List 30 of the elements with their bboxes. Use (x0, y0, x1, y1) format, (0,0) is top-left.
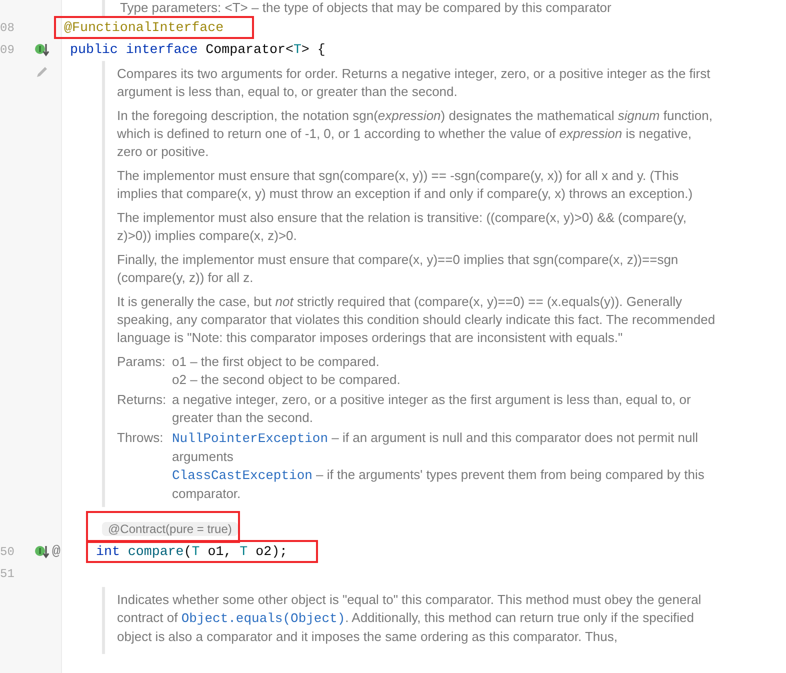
doc-label: Throws: (117, 429, 164, 447)
doc-paragraph: Compares its two arguments for order. Returns a negative integer, zero, or a positive integer as the first argument is less than, equal to, or greater than the second. (117, 65, 712, 101)
annotation-hint: @Contract(pure = true) (102, 522, 238, 536)
doc-text: o2 – the second object to be compared. (172, 371, 400, 389)
implemented-icon[interactable] (34, 545, 50, 559)
doc-paragraph: The implementor must ensure that sgn(compare(x, y)) == -sgn(compare(y, x)) for all x and y. (This implies that compare(x, y) must throw an exception if and only if compare(y, x) throws an exception.) (117, 167, 694, 203)
annotation-marker[interactable]: @ (52, 542, 60, 562)
doc-text: o1 – the first object to be compared. (172, 353, 380, 371)
implemented-icon[interactable] (34, 43, 50, 57)
doc-link[interactable]: Object.equals(Object) (181, 611, 346, 626)
code-line: public interface Comparator<T> { (70, 42, 326, 57)
doc-text: NullPointerException – if an argument is null and this comparator does not permit null arguments (172, 429, 700, 466)
doc-paragraph: Indicates whether some other object is "equal to" this comparator. This method must obey the general contract of Object.equals(Object). Additionally, this method can return true only if the specified object is also a comparator and it imposes the same ordering as this comparator. Thus, (117, 591, 702, 646)
doc-link[interactable]: ClassCastException (172, 468, 312, 483)
line-number: 51 (0, 566, 16, 583)
line-number: 08 (0, 20, 16, 37)
doc-paragraph: The implementor must also ensure that the relation is transitive: ((compare(x, y)>0) && (compare(y, z)>0)) implies compare(x, z)>0. (117, 209, 688, 245)
doc-link[interactable]: NullPointerException (172, 431, 328, 446)
doc-label: Returns: (117, 391, 168, 409)
doc-text: a negative integer, zero, or a positive integer as the first argument is less than, equal to, or greater than the second. (172, 391, 692, 427)
line-number: 50 (0, 544, 16, 561)
line-number: 09 (0, 42, 16, 59)
doc-text: ClassCastException – if the arguments' types prevent them from being compared by this comparator. (172, 466, 706, 503)
code-line: @FunctionalInterface (56, 18, 252, 37)
doc-paragraph: In the foregoing description, the notation sgn(expression) designates the mathematical signum function, which is defined to return one of -1, 0, or 1 according to whether the value of expression is negative, zero or positive. (117, 107, 714, 161)
doc-text: Type parameters: <T> – the type of objects that may be compared by this comparator (102, 0, 612, 16)
code-line: int compare(T o1, T o2); (88, 542, 316, 561)
doc-paragraph: It is generally the case, but not strictly required that (compare(x, y)==0) == (x.equals(y)). Generally speaking, any comparator that violates this condition should clearly indicate this fact. The recommended language is "Note: this comparator imposes orderings that are inconsistent with equals." (117, 293, 716, 347)
doc-label: Params: (117, 353, 166, 371)
doc-paragraph: Finally, the implementor must ensure that compare(x, y)==0 implies that sgn(compare(x, z))==sgn (compare(y, z)) for all z. (117, 251, 680, 287)
